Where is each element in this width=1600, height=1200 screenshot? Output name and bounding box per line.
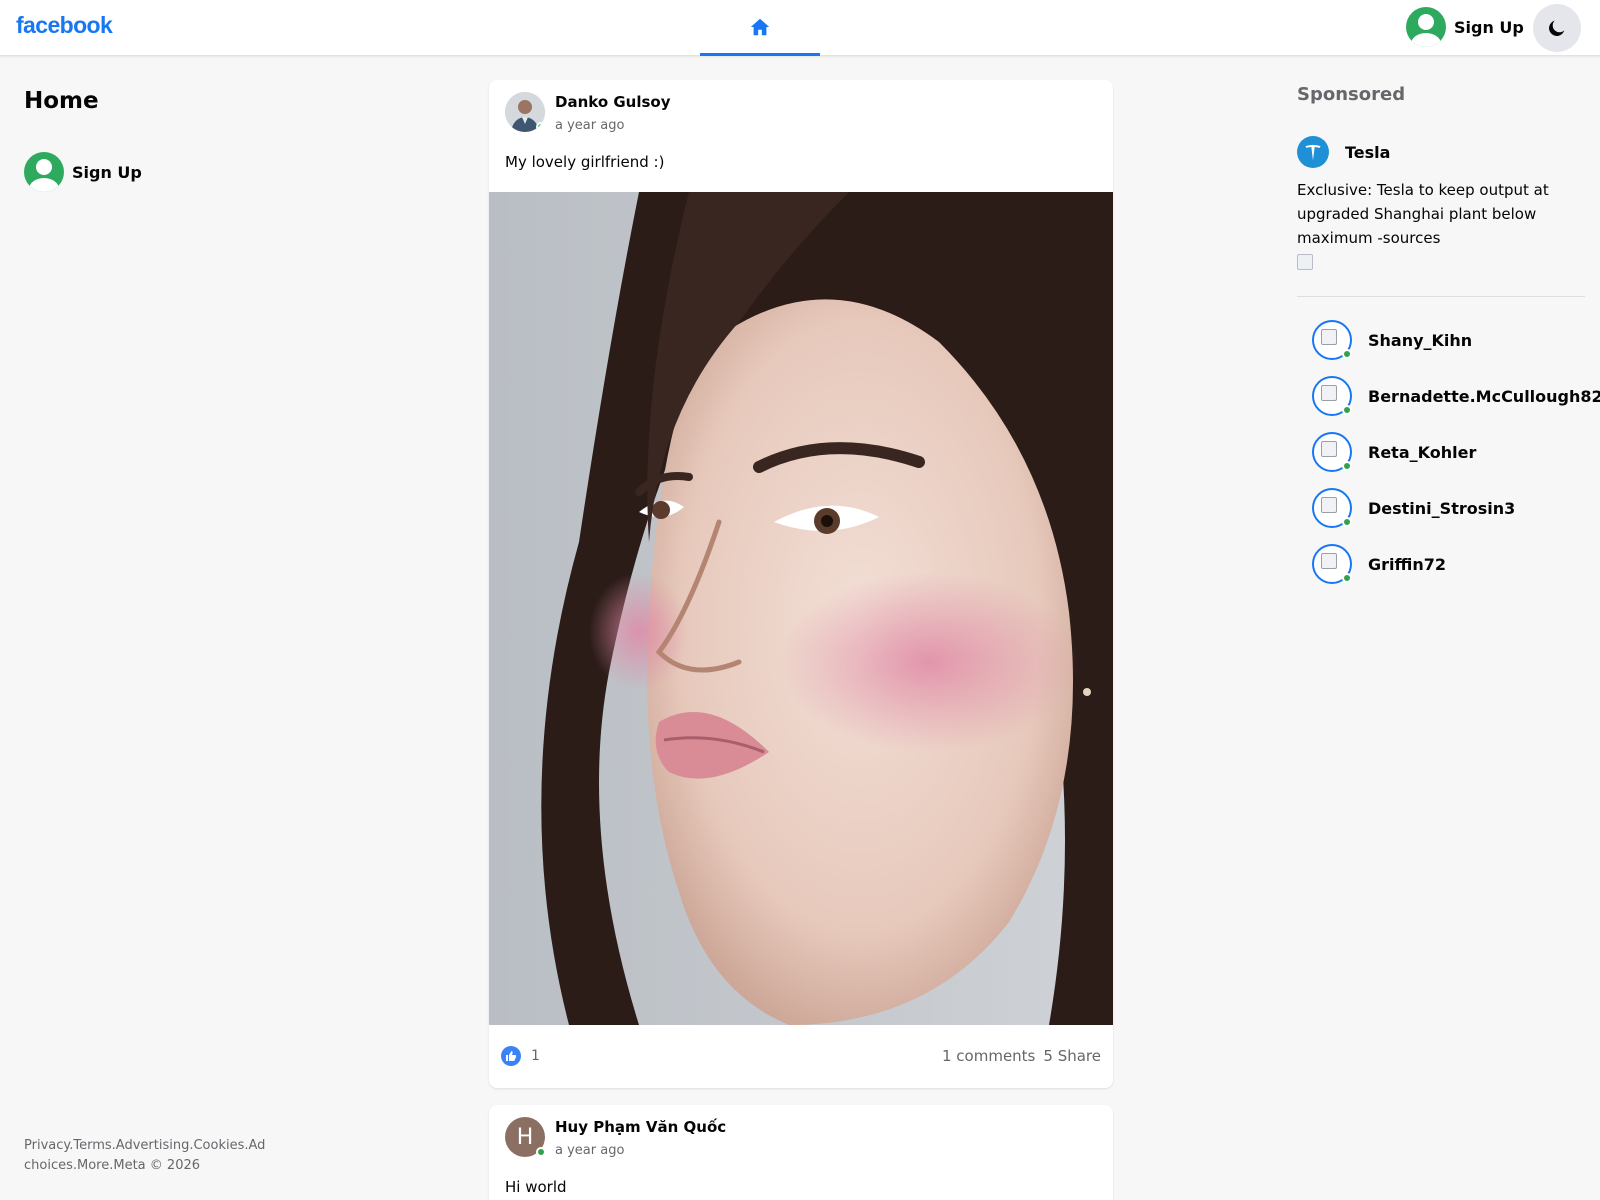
online-status-dot — [1342, 461, 1352, 471]
post-card: H Huy Phạm Văn Quốc a year ago Hi world — [489, 1105, 1113, 1200]
contact-name: Reta_Kohler — [1368, 442, 1477, 462]
post-timestamp[interactable]: a year ago — [555, 116, 671, 136]
theme-toggle-button[interactable] — [1533, 4, 1581, 52]
broken-image-icon — [1321, 497, 1337, 513]
contacts-list: Shany_Kihn Bernadette.McCullough82 Reta_… — [1312, 312, 1600, 592]
post-text: My lovely girlfriend :) — [505, 153, 665, 171]
footer-link-more[interactable]: More. — [77, 1158, 113, 1173]
top-navigation-bar: facebook Sign Up — [0, 0, 1600, 56]
contact-name: Griffin72 — [1368, 554, 1447, 574]
contact-name: Destini_Strosin3 — [1368, 498, 1516, 518]
facebook-logo[interactable]: facebook — [16, 12, 113, 39]
shares-count[interactable]: 5 Share — [1043, 1047, 1101, 1065]
footer-link-privacy[interactable]: Privacy. — [24, 1138, 73, 1153]
footer-link-advertising[interactable]: Advertising. — [116, 1138, 194, 1153]
broken-image-icon — [1321, 441, 1337, 457]
user-avatar-icon — [1406, 7, 1446, 47]
contact-item[interactable]: Bernadette.McCullough82 — [1312, 368, 1600, 424]
online-status-dot — [536, 122, 545, 132]
thumbs-up-icon — [501, 1046, 521, 1066]
post-stats-bar: 1 1 comments 5 Share — [501, 1024, 1101, 1088]
ad-header: Tesla — [1297, 136, 1557, 168]
footer-links: Privacy.Terms.Advertising.Cookies.Ad cho… — [24, 1136, 274, 1176]
contact-avatar — [1312, 320, 1352, 360]
home-tab[interactable] — [700, 0, 820, 56]
broken-image-icon — [1297, 254, 1313, 270]
contact-avatar — [1312, 432, 1352, 472]
contact-item[interactable]: Griffin72 — [1312, 536, 1600, 592]
author-initial: H — [516, 1124, 534, 1150]
footer-copyright: Meta © 2026 — [113, 1158, 201, 1173]
moon-icon — [1549, 20, 1565, 36]
post-image[interactable] — [489, 192, 1113, 1025]
broken-image-icon — [1321, 329, 1337, 345]
contact-avatar — [1312, 488, 1352, 528]
user-avatar-icon — [24, 152, 64, 192]
footer-link-terms[interactable]: Terms. — [73, 1138, 115, 1153]
post-header: Danko Gulsoy a year ago — [505, 92, 671, 136]
ad-headline: Exclusive: Tesla to keep output at upgra… — [1297, 181, 1549, 247]
sidebar-signup-label: Sign Up — [72, 162, 142, 182]
tesla-logo-icon — [1297, 136, 1329, 168]
post-card: Danko Gulsoy a year ago My lovely girlfr… — [489, 80, 1113, 1088]
post-timestamp[interactable]: a year ago — [555, 1141, 726, 1161]
portrait-photo — [489, 192, 1113, 1025]
online-status-dot — [1342, 405, 1352, 415]
ad-brand-name: Tesla — [1345, 142, 1391, 162]
sponsored-ad[interactable]: Tesla Exclusive: Tesla to keep output at… — [1297, 136, 1557, 270]
post-text: Hi world — [505, 1178, 567, 1196]
header-signup-button[interactable]: Sign Up — [1406, 7, 1524, 47]
contact-item[interactable]: Reta_Kohler — [1312, 424, 1600, 480]
sidebar-signup-link[interactable]: Sign Up — [24, 152, 142, 192]
engagement-counts: 1 comments 5 Share — [942, 1047, 1101, 1065]
contact-name: Shany_Kihn — [1368, 330, 1473, 350]
post-author-name[interactable]: Huy Phạm Văn Quốc — [555, 1117, 726, 1137]
broken-image-icon — [1321, 553, 1337, 569]
contact-avatar — [1312, 544, 1352, 584]
like-count: 1 — [531, 1048, 540, 1064]
comments-count[interactable]: 1 comments — [942, 1047, 1035, 1065]
page-title: Home — [24, 88, 99, 114]
broken-image-icon — [1321, 385, 1337, 401]
section-divider — [1297, 296, 1585, 297]
post-author-name[interactable]: Danko Gulsoy — [555, 92, 671, 112]
online-status-dot — [1342, 517, 1352, 527]
sponsored-heading: Sponsored — [1297, 84, 1406, 105]
online-status-dot — [536, 1147, 546, 1157]
online-status-dot — [1342, 573, 1352, 583]
contact-avatar — [1312, 376, 1352, 416]
likes-summary[interactable]: 1 — [501, 1046, 540, 1066]
online-status-dot — [1342, 349, 1352, 359]
contact-item[interactable]: Shany_Kihn — [1312, 312, 1600, 368]
contact-name: Bernadette.McCullough82 — [1368, 386, 1600, 406]
footer-link-cookies[interactable]: Cookies. — [193, 1138, 248, 1153]
author-avatar[interactable]: H — [505, 1117, 546, 1157]
home-icon — [750, 18, 770, 35]
post-header: H Huy Phạm Văn Quốc a year ago — [505, 1117, 726, 1161]
header-signup-label: Sign Up — [1454, 17, 1524, 37]
contact-item[interactable]: Destini_Strosin3 — [1312, 480, 1600, 536]
author-avatar[interactable] — [505, 92, 545, 132]
